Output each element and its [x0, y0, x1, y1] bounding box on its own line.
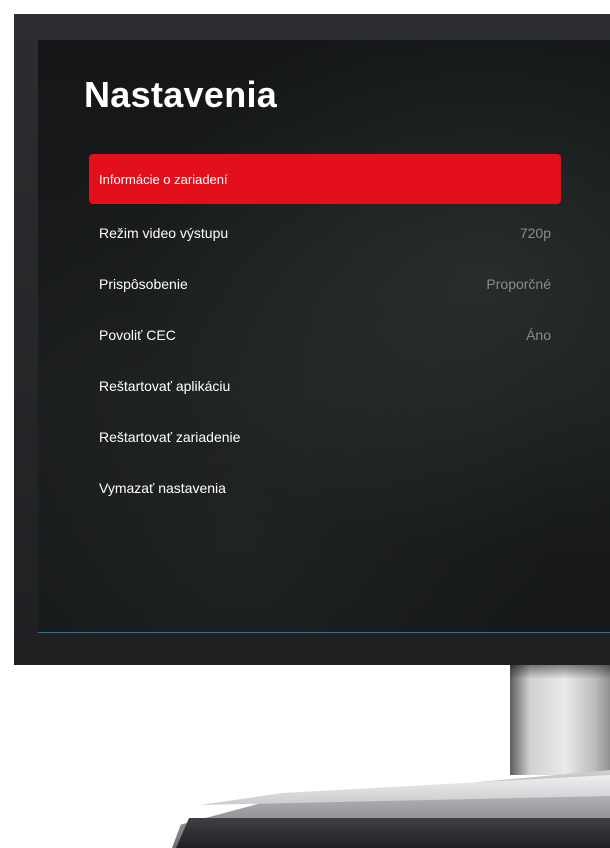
tv-screen: Nastavenia Informácie o zariadení Režim … [38, 40, 610, 633]
menu-item-video-output-mode[interactable]: Režim video výstupu 720p [89, 207, 561, 258]
menu-item-restart-app[interactable]: Reštartovať aplikáciu [89, 360, 561, 411]
menu-item-label: Povoliť CEC [99, 326, 176, 343]
monitor-stand-base-edge [176, 818, 610, 848]
menu-item-restart-device[interactable]: Reštartovať zariadenie [89, 411, 561, 462]
menu-item-label: Prispôsobenie [99, 275, 188, 292]
monitor-stand-neck [510, 665, 610, 775]
menu-item-enable-cec[interactable]: Povoliť CEC Áno [89, 309, 561, 360]
page-title: Nastavenia [84, 74, 278, 115]
menu-item-label: Reštartovať zariadenie [99, 428, 241, 445]
menu-item-value: 720p [519, 224, 551, 241]
monitor-stand-shadow [510, 665, 610, 679]
menu-item-label: Vymazať nastavenia [99, 479, 226, 496]
menu-item-clear-settings[interactable]: Vymazať nastavenia [89, 462, 561, 513]
menu-item-device-info[interactable]: Informácie o zariadení [89, 154, 561, 204]
menu-item-value: Áno [526, 326, 551, 343]
menu-item-label: Režim video výstupu [99, 224, 229, 241]
menu-item-label: Reštartovať aplikáciu [99, 377, 231, 394]
menu-item-label: Informácie o zariadení [99, 171, 228, 187]
menu-item-fit-mode[interactable]: Prispôsobenie Proporčné [89, 258, 561, 309]
settings-menu: Informácie o zariadení Režim video výstu… [89, 154, 561, 513]
menu-item-value: Proporčné [486, 275, 551, 292]
